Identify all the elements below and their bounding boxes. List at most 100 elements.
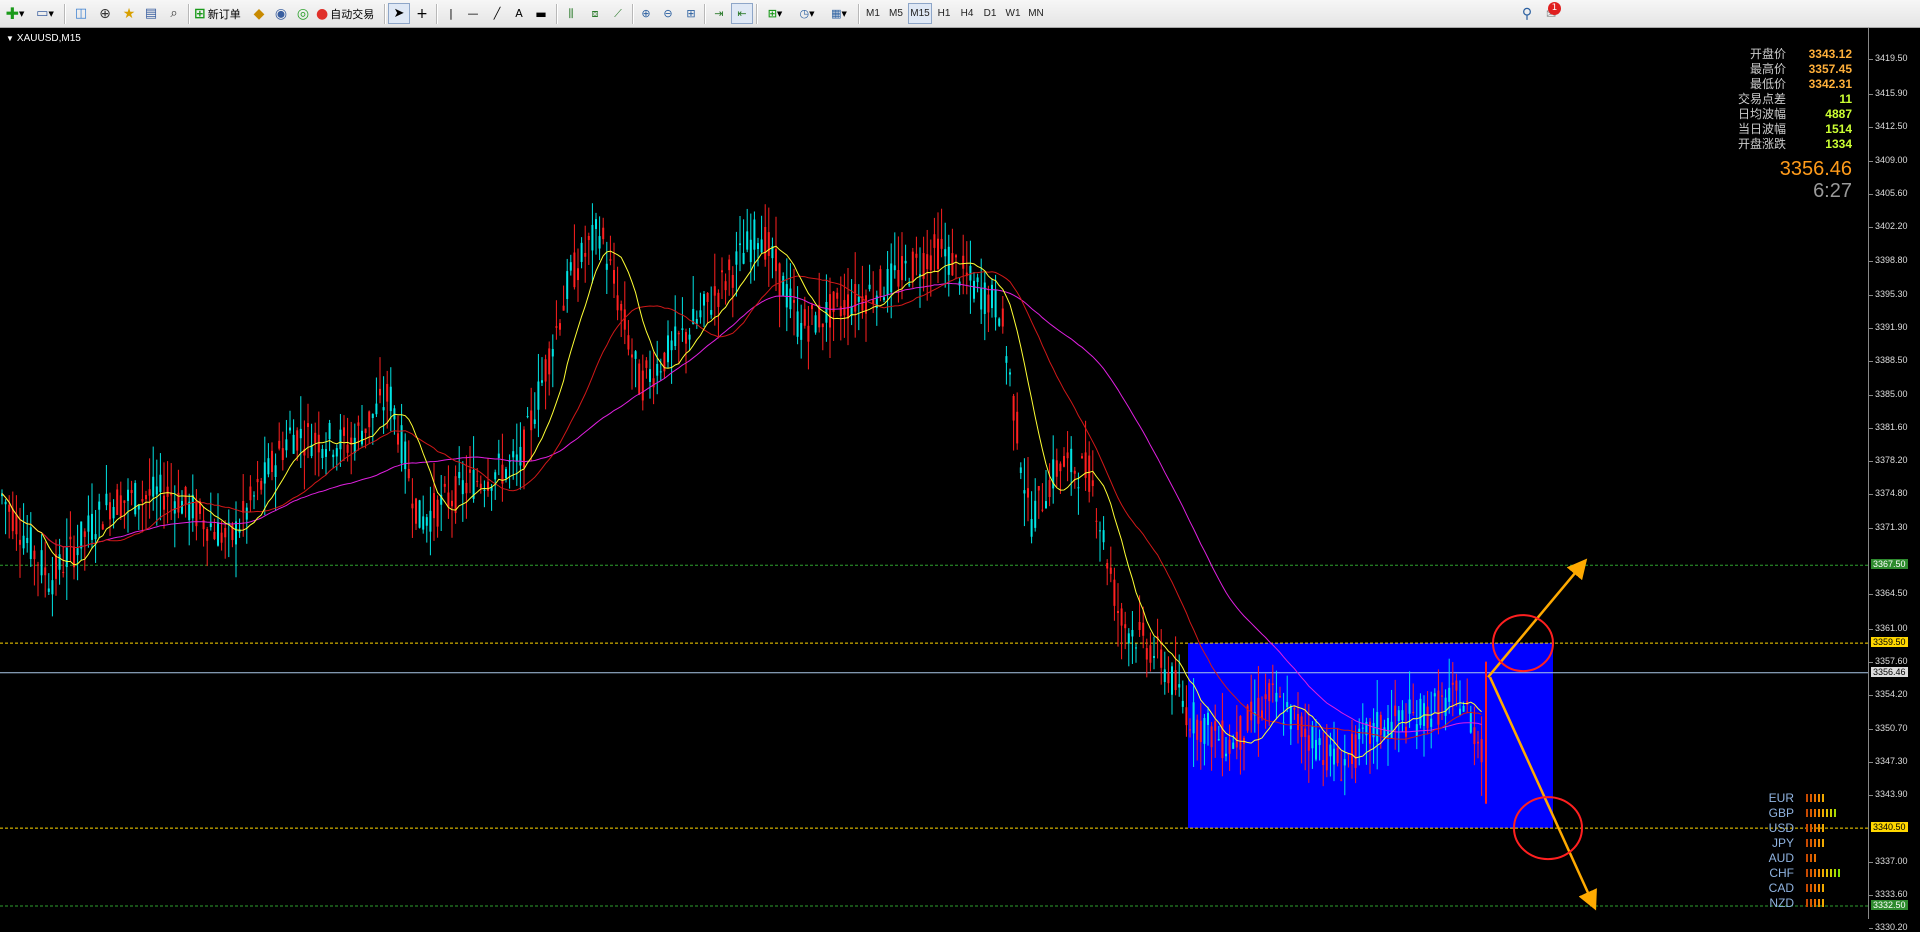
- tile-windows-button[interactable]: ⊞: [680, 3, 702, 24]
- candle-body: [22, 535, 25, 549]
- timeframe-mn-button[interactable]: MN: [1025, 3, 1047, 24]
- candle-body: [893, 265, 896, 271]
- tester-button[interactable]: ⌕: [163, 3, 185, 24]
- vertical-line-button[interactable]: |: [440, 3, 462, 24]
- candle-body: [94, 534, 97, 540]
- candle-body: [1351, 733, 1353, 765]
- timeframe-d1-button[interactable]: D1: [979, 3, 1001, 24]
- text-tool-button[interactable]: A: [508, 3, 530, 24]
- notifications-button[interactable]: ✉1: [1540, 2, 1562, 24]
- candle-body: [695, 318, 698, 324]
- metaeditor-button[interactable]: ◆: [248, 3, 270, 24]
- indicators-button[interactable]: ⊞ ▼: [760, 3, 790, 24]
- candle-body: [1001, 308, 1004, 327]
- candle-body: [1016, 411, 1019, 444]
- vertical-line-icon: |: [449, 7, 453, 20]
- candle-body: [429, 510, 432, 532]
- new-order-button[interactable]: ⊞ 新订单: [194, 3, 246, 24]
- zoom-out-button[interactable]: ⊖: [657, 3, 679, 24]
- periods-button[interactable]: ◷ ▼: [792, 3, 822, 24]
- strength-bar: [1822, 823, 1824, 832]
- candle-body: [116, 489, 119, 515]
- new-chart-button[interactable]: ✚ ▼: [4, 3, 26, 24]
- level-price-tag: 3332.50: [1871, 899, 1908, 910]
- candle-body: [404, 441, 407, 470]
- templates-button[interactable]: ▦ ▼: [824, 3, 854, 24]
- level-price-tag: 3359.50: [1871, 637, 1908, 648]
- candle-body: [368, 411, 371, 428]
- profiles-button[interactable]: ▭ ▼: [34, 3, 56, 24]
- candle-body: [537, 381, 540, 410]
- label-tool-button[interactable]: ▬: [530, 3, 552, 24]
- community-button[interactable]: ◉: [270, 3, 292, 24]
- candle-body: [674, 326, 677, 347]
- candle-body: [411, 503, 414, 509]
- candle-body: [530, 410, 533, 431]
- timeframe-m5-button[interactable]: M5: [885, 3, 907, 24]
- candle-body: [1343, 759, 1346, 766]
- crosshair-tool-button[interactable]: +: [411, 3, 433, 24]
- candle-body: [1124, 624, 1127, 629]
- strength-bar: [1806, 868, 1808, 877]
- timeframe-m1-button[interactable]: M1: [862, 3, 884, 24]
- candle-body: [285, 439, 288, 451]
- candle-body: [65, 547, 68, 567]
- candle-body: [1171, 666, 1173, 695]
- data-window-button[interactable]: ⊕: [94, 3, 116, 24]
- candle-body: [339, 429, 342, 450]
- signals-button[interactable]: ◎: [292, 3, 314, 24]
- candle-body: [1059, 463, 1062, 472]
- strength-bar: [1830, 868, 1832, 877]
- candle-body: [476, 480, 479, 482]
- timeframe-h1-button[interactable]: H1: [933, 3, 955, 24]
- timeframe-h4-button[interactable]: H4: [956, 3, 978, 24]
- candle-body: [112, 506, 115, 519]
- timeframe-w1-button[interactable]: W1: [1002, 3, 1024, 24]
- candlestick-button[interactable]: ⧈: [584, 3, 606, 24]
- candlestick-icon: ⧈: [591, 6, 599, 20]
- candle-body: [379, 388, 381, 396]
- candle-body: [458, 472, 461, 479]
- cursor-tool-button[interactable]: ➤: [388, 3, 410, 24]
- terminal-button[interactable]: ▤: [140, 3, 162, 24]
- candle-body: [1473, 727, 1476, 745]
- axis-tick: [1869, 928, 1873, 930]
- axis-tick: [1869, 528, 1873, 530]
- candle-body: [454, 476, 457, 514]
- price-axis: 3419.50 3415.90 3412.50 3409.00 3405.60 3402.…: [1868, 28, 1920, 932]
- autoscroll-button[interactable]: ⇥: [708, 3, 730, 24]
- bar-countdown: 6:27: [1813, 180, 1852, 202]
- candle-body: [1336, 747, 1339, 764]
- market-watch-button[interactable]: ◫: [70, 3, 92, 24]
- candle-body: [1181, 700, 1184, 707]
- timeframe-m15-button[interactable]: M15: [908, 3, 932, 24]
- trendline-button[interactable]: ╱: [486, 3, 508, 24]
- candle-body: [541, 380, 543, 383]
- strength-bar: [1822, 868, 1824, 877]
- candle-body: [217, 522, 219, 546]
- candle-body: [591, 224, 594, 251]
- search-button[interactable]: ⚲: [1516, 3, 1538, 24]
- line-chart-button[interactable]: ⟋: [607, 3, 629, 24]
- chart-area[interactable]: [0, 28, 1920, 919]
- candle-body: [670, 340, 673, 351]
- candle-body: [760, 239, 763, 253]
- candle-body: [1106, 563, 1109, 569]
- candle-body: [389, 386, 392, 412]
- bar-chart-button[interactable]: ⫼: [560, 3, 582, 24]
- candle-body: [80, 521, 83, 549]
- chart-shift-button[interactable]: ⇤: [731, 3, 753, 24]
- candle-body: [901, 256, 903, 281]
- zoom-in-button[interactable]: ⊕: [635, 3, 657, 24]
- candle-body: [994, 289, 997, 318]
- candle-body: [4, 501, 7, 505]
- auto-trading-button[interactable]: ● 自动交易: [316, 3, 378, 24]
- strength-bar: [1818, 793, 1820, 802]
- horizontal-line-button[interactable]: —: [462, 3, 484, 24]
- navigator-button[interactable]: ★: [118, 3, 140, 24]
- candle-body: [505, 469, 507, 479]
- candle-body: [33, 550, 36, 560]
- candle-body: [1318, 738, 1321, 746]
- zoom-in-icon: ⊕: [641, 7, 651, 20]
- strength-bar: [1810, 853, 1812, 862]
